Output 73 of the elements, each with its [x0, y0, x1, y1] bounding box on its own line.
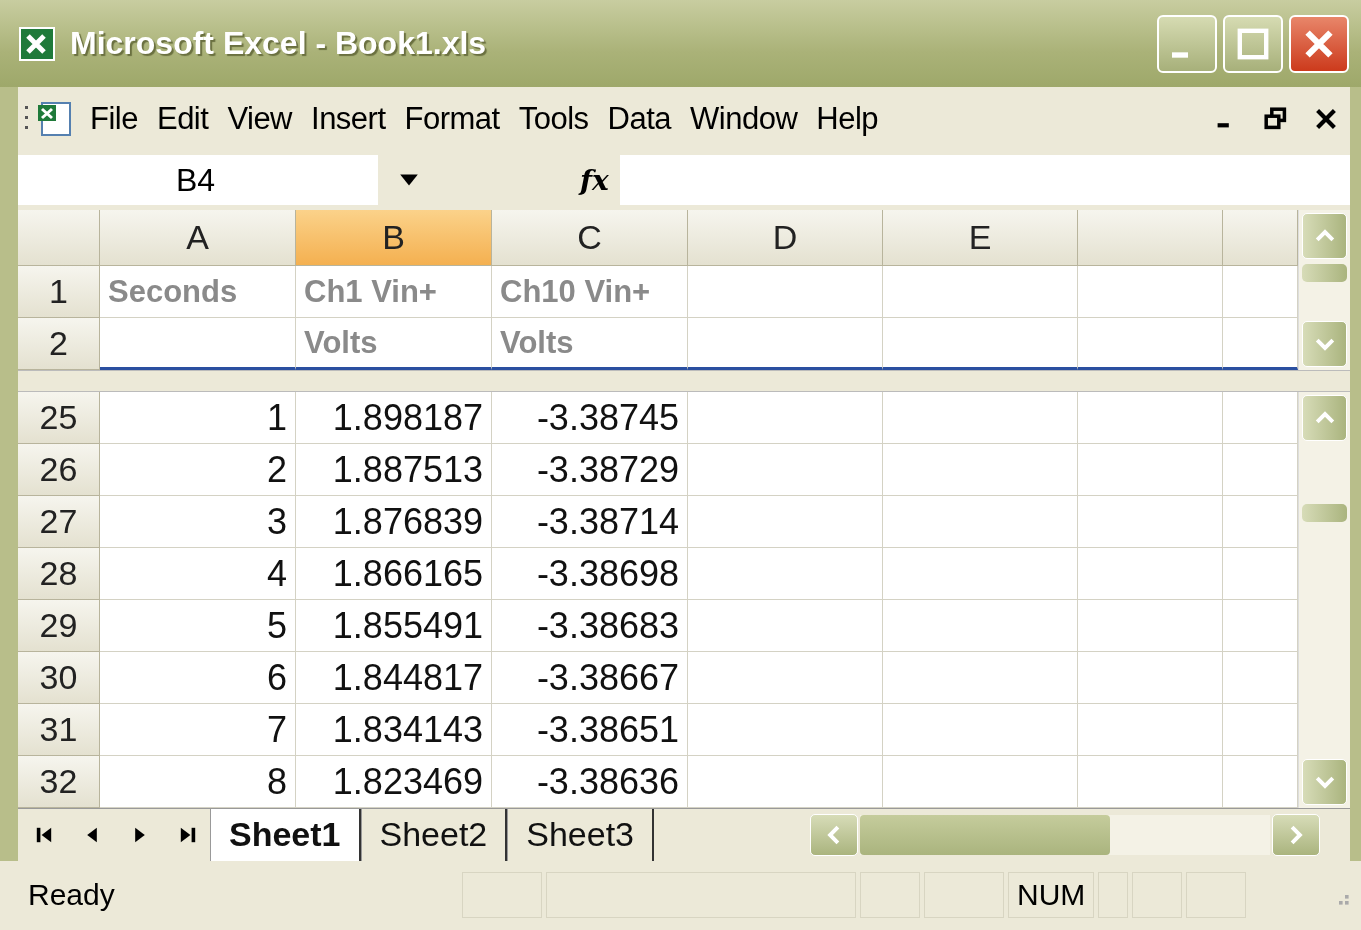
table-cell: 1.887513 [296, 444, 492, 496]
scroll-up-button[interactable] [1302, 395, 1347, 441]
split-bar[interactable] [18, 370, 1350, 392]
table-cell: Seconds [100, 266, 296, 319]
column-header[interactable]: C [492, 210, 688, 267]
table-cell: 5 [100, 600, 296, 652]
menu-item[interactable]: View [227, 100, 311, 137]
column-header[interactable]: B [296, 210, 492, 267]
column-header[interactable] [1223, 210, 1298, 267]
table-cell: -3.38683 [492, 600, 688, 652]
scroll-down-button[interactable] [1302, 321, 1347, 368]
scroll-thumb[interactable] [1302, 264, 1347, 283]
minimize-icon [1172, 51, 1188, 58]
row-header[interactable]: 31 [18, 704, 100, 756]
table-cell: 1.866165 [296, 548, 492, 600]
select-all-button[interactable] [18, 210, 100, 267]
close-button[interactable] [1289, 14, 1349, 73]
table-cell: 1.855491 [296, 600, 492, 652]
name-box[interactable]: B4 [18, 155, 378, 206]
table-cell: 1.834143 [296, 704, 492, 756]
table-cell: 6 [100, 652, 296, 704]
scroll-thumb[interactable] [860, 814, 1110, 855]
window-title: Microsoft Excel - Book1.xls [70, 25, 488, 63]
table-cell: -3.38651 [492, 704, 688, 756]
scroll-down-button[interactable] [1302, 759, 1347, 805]
sheet-tab[interactable]: Sheet1 [210, 809, 361, 861]
table-cell: -3.38698 [492, 548, 688, 600]
minimize-button[interactable] [1157, 14, 1217, 73]
formula-field[interactable] [620, 155, 1350, 206]
row-header[interactable]: 32 [18, 756, 100, 808]
menu-item[interactable]: Help [816, 100, 898, 137]
table-cell: -3.38667 [492, 652, 688, 704]
table-cell: Ch10 Vin+ [492, 266, 688, 319]
table-cell: 7 [100, 704, 296, 756]
row-header[interactable]: 27 [18, 496, 100, 548]
num-lock-indicator: NUM [1008, 872, 1095, 919]
table-cell: 4 [100, 548, 296, 600]
dropdown-icon[interactable] [398, 173, 420, 188]
row-header[interactable]: 25 [18, 392, 100, 444]
scroll-right-button[interactable] [1272, 813, 1320, 856]
table-cell: 1 [100, 392, 296, 444]
row-header[interactable]: 2 [18, 318, 100, 371]
table-cell: -3.38714 [492, 496, 688, 548]
column-header[interactable]: E [883, 210, 1078, 267]
table-cell: 1.876839 [296, 496, 492, 548]
column-header[interactable]: D [688, 210, 883, 267]
row-header[interactable]: 28 [18, 548, 100, 600]
menu-item[interactable]: Format [404, 100, 519, 137]
scroll-thumb[interactable] [1302, 504, 1347, 522]
menu-item[interactable]: Data [607, 100, 691, 137]
scroll-up-button[interactable] [1302, 213, 1347, 260]
function-button[interactable]: fx [580, 163, 620, 197]
table-cell: 2 [100, 444, 296, 496]
table-cell: 1.898187 [296, 392, 492, 444]
menu-item[interactable]: Edit [156, 100, 228, 137]
table-cell: Ch1 Vin+ [296, 266, 492, 319]
table-cell: -3.38745 [492, 392, 688, 444]
menu-item[interactable]: Window [690, 100, 817, 137]
row-header[interactable]: 30 [18, 652, 100, 704]
column-header[interactable]: A [100, 210, 296, 267]
menu-item[interactable]: File [90, 100, 157, 137]
row-header[interactable]: 1 [18, 266, 100, 319]
table-cell: 1.844817 [296, 652, 492, 704]
row-header[interactable]: 29 [18, 600, 100, 652]
column-header[interactable] [1078, 210, 1223, 267]
menu-item[interactable]: Tools [518, 100, 608, 137]
table-cell: 3 [100, 496, 296, 548]
row-header[interactable]: 26 [18, 444, 100, 496]
menu-item[interactable]: Insert [311, 100, 405, 137]
maximize-button[interactable] [1223, 14, 1283, 73]
table-cell: -3.38729 [492, 444, 688, 496]
scroll-left-button[interactable] [810, 813, 858, 856]
status-text: Ready [28, 878, 116, 913]
